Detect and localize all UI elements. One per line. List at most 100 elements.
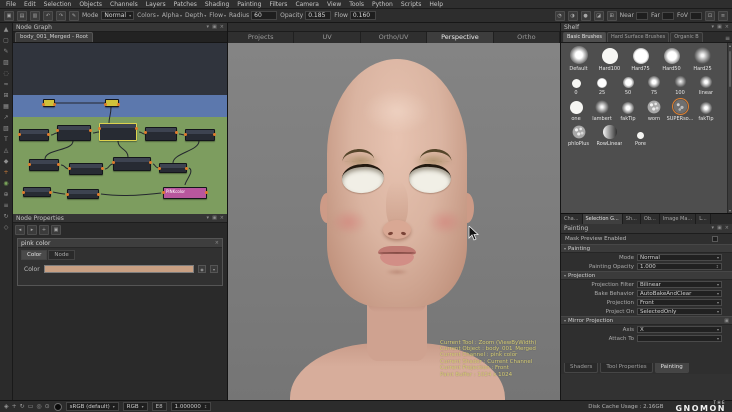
- graph-node[interactable]: [42, 99, 56, 107]
- blur-tool[interactable]: ◌: [1, 69, 12, 78]
- palette-tab-image-ma[interactable]: Image Ma...: [659, 214, 697, 224]
- target-icon[interactable]: ⊙: [45, 401, 50, 412]
- basic-lighting-icon[interactable]: ◑: [567, 10, 578, 21]
- brush-100[interactable]: 100: [667, 75, 693, 96]
- move-icon[interactable]: +: [12, 401, 17, 412]
- transform-tool[interactable]: +: [1, 168, 12, 177]
- collapse-icon[interactable]: ▾: [712, 23, 715, 32]
- fov-input[interactable]: [690, 11, 702, 20]
- shelf-tab-hard-surface-brushes[interactable]: Hard Surface Brushes: [606, 32, 670, 42]
- palette-tab-sh[interactable]: Sh...: [622, 214, 641, 224]
- group-header-projection[interactable]: ▾ Projection: [561, 271, 732, 280]
- brush-50[interactable]: 50: [615, 75, 641, 96]
- flat-lighting-icon[interactable]: ◔: [554, 10, 565, 21]
- close-icon[interactable]: ×: [220, 214, 224, 223]
- menu-painting[interactable]: Painting: [233, 0, 265, 9]
- menu-selection[interactable]: Selection: [40, 0, 76, 9]
- graph-node[interactable]: [28, 159, 60, 171]
- menu-camera[interactable]: Camera: [291, 0, 323, 9]
- brush-linear[interactable]: linear: [693, 75, 719, 96]
- float-icon[interactable]: ▣: [212, 23, 217, 32]
- menu-edit[interactable]: Edit: [20, 0, 40, 9]
- graph-node[interactable]: [98, 123, 138, 141]
- menu-channels[interactable]: Channels: [106, 0, 142, 9]
- lock-icon[interactable]: ▣: [51, 225, 61, 235]
- graph-node[interactable]: [66, 189, 100, 199]
- close-icon[interactable]: ×: [725, 23, 729, 32]
- undo-icon[interactable]: ↶: [43, 10, 53, 21]
- paint-tool[interactable]: ✎: [1, 47, 12, 56]
- shelf-tab-basic-brushes[interactable]: Basic Brushes: [563, 32, 606, 42]
- full-lighting-icon[interactable]: ●: [580, 10, 591, 21]
- near-input[interactable]: [635, 11, 648, 20]
- pink-color-titlebar[interactable]: pink color ×: [18, 239, 222, 248]
- brush-faktip[interactable]: fakTip: [693, 99, 719, 122]
- brush-superso[interactable]: SUPERso...: [667, 99, 693, 122]
- brush-pore[interactable]: Pore: [625, 125, 656, 147]
- opacity-input[interactable]: 0.185: [305, 11, 332, 20]
- menu-python[interactable]: Python: [368, 0, 397, 9]
- alpha-toggle[interactable]: Alpha ▾: [162, 12, 182, 19]
- group-header-mirror-projection[interactable]: ▾ Mirror Projection ▣: [561, 316, 732, 325]
- graph-node[interactable]: [184, 129, 216, 141]
- palette-tab-ob[interactable]: Ob...: [640, 214, 660, 224]
- radius-input[interactable]: 60: [251, 11, 278, 20]
- exposure-chip[interactable]: E8: [151, 402, 167, 411]
- graph-node[interactable]: [144, 127, 178, 141]
- view-tab-projects[interactable]: Projects: [228, 32, 295, 43]
- panel-tab-tool-properties[interactable]: Tool Properties: [600, 363, 653, 373]
- graph-node[interactable]: [104, 99, 120, 107]
- graph-node[interactable]: [22, 187, 52, 197]
- collapse-icon[interactable]: ▾: [712, 224, 715, 233]
- paint-mode-dropdown[interactable]: Normal ▾: [101, 11, 135, 20]
- projection-filter-dropdown[interactable]: Bilinear ▾: [637, 281, 722, 288]
- mask-preview-checkbox[interactable]: [712, 236, 718, 242]
- rotate-view-tool[interactable]: ↻: [1, 212, 12, 221]
- marquee-select-tool[interactable]: ▢: [1, 36, 12, 45]
- color-picker-icon[interactable]: ◉: [198, 265, 206, 273]
- multiplier-field[interactable]: 1.000000 ↕: [170, 402, 212, 411]
- panel-tab-shaders[interactable]: Shaders: [564, 363, 599, 373]
- brush-phloplus[interactable]: phloPlus: [563, 125, 594, 147]
- brush-hard100[interactable]: Hard100: [594, 46, 625, 72]
- toolbar-menu-icon[interactable]: ≡: [718, 10, 728, 21]
- save-project-icon[interactable]: ▥: [30, 10, 40, 21]
- paint-mode-icon[interactable]: ✎: [69, 10, 79, 21]
- panel-tab-painting[interactable]: Painting: [654, 363, 689, 373]
- shelf-tab-organic-b[interactable]: Organic B: [670, 32, 703, 42]
- brush-75[interactable]: 75: [641, 75, 667, 96]
- close-icon[interactable]: ×: [215, 239, 219, 248]
- brush-faktip[interactable]: fakTip: [615, 99, 641, 122]
- close-icon[interactable]: ×: [725, 224, 729, 233]
- forward-icon[interactable]: ▸: [27, 225, 37, 235]
- float-icon[interactable]: ▣: [212, 214, 217, 223]
- menu-shading[interactable]: Shading: [201, 0, 233, 9]
- pin-icon[interactable]: +: [39, 225, 49, 235]
- back-icon[interactable]: ◂: [15, 225, 25, 235]
- snapshot-icon[interactable]: ⊡: [705, 10, 715, 21]
- menu-scripts[interactable]: Scripts: [397, 0, 426, 9]
- brush-default[interactable]: Default: [563, 46, 594, 72]
- text-tool[interactable]: T: [1, 135, 12, 144]
- focus-icon[interactable]: ◎: [36, 401, 41, 412]
- gradient-tool[interactable]: ▧: [1, 124, 12, 133]
- color-picker-tool[interactable]: ◉: [1, 179, 12, 188]
- graph-node[interactable]: [18, 129, 50, 141]
- tab-color[interactable]: Color: [21, 250, 48, 260]
- view-tab-ortho-uv[interactable]: Ortho/UV: [360, 32, 428, 43]
- warp-tool[interactable]: ◬: [1, 146, 12, 155]
- close-icon[interactable]: ×: [220, 23, 224, 32]
- view-tab-ortho[interactable]: Ortho: [493, 32, 561, 43]
- group-header-painting[interactable]: ▾ Painting: [561, 244, 732, 253]
- marquee-icon[interactable]: ▭: [28, 401, 34, 412]
- axis-dropdown[interactable]: X ▾: [637, 326, 722, 333]
- frame-all-icon[interactable]: ◈: [4, 401, 9, 412]
- redo-icon[interactable]: ↷: [56, 10, 66, 21]
- shelf-menu-icon[interactable]: ≡: [725, 35, 730, 42]
- rotate-icon[interactable]: ↻: [20, 401, 25, 412]
- scroll-up-icon[interactable]: ▴: [728, 43, 732, 48]
- brush-25[interactable]: 25: [589, 75, 615, 96]
- brush-0[interactable]: 0: [563, 75, 589, 96]
- collapse-icon[interactable]: ▾: [207, 214, 210, 223]
- brush-hard50[interactable]: Hard50: [656, 46, 687, 72]
